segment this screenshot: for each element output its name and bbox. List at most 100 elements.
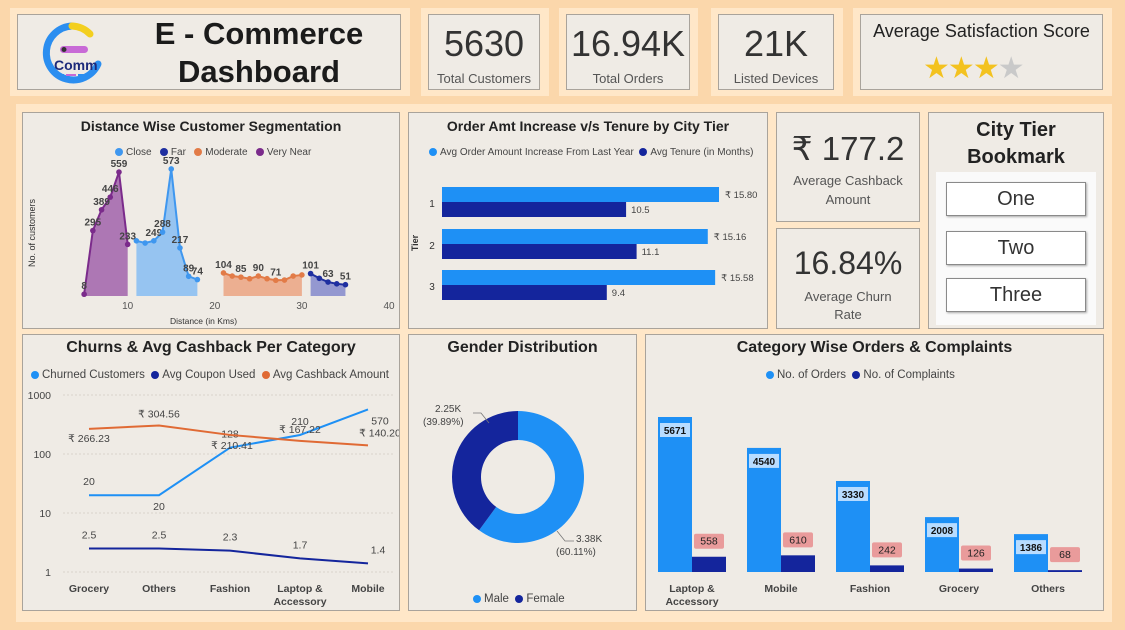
x-tick-label: Laptop & (277, 583, 323, 595)
churn-chart-panel: Churns & Avg Cashback Per Category Churn… (22, 334, 400, 611)
data-label: 8 (81, 281, 87, 292)
data-point (133, 238, 140, 244)
bar-order-increase (442, 229, 708, 244)
churn-value: 16.84% (793, 245, 903, 281)
avg-churn-card: 16.84% Average Churn Rate (776, 228, 920, 329)
kpi-total-customers: 5630 Total Customers (428, 14, 540, 90)
page-title-line2: Dashboard (178, 54, 340, 89)
data-point (307, 270, 314, 277)
x-tick-label: Laptop & (669, 583, 715, 595)
data-label: ₹ 140.20 (359, 427, 399, 439)
star-icon: ★ (972, 52, 1000, 85)
tier-three-button[interactable]: Three (946, 278, 1086, 312)
data-label: 2.5 (82, 530, 97, 542)
churn-label-line2: Rate (834, 307, 862, 322)
y-tick-label: 1 (45, 567, 51, 579)
x-tick-label: Grocery (69, 583, 109, 595)
x-tick-label: Fashion (850, 583, 890, 595)
data-label: 63 (322, 269, 334, 280)
bookmark-title: City Tier Bookmark (929, 117, 1103, 171)
y-tick-label: 1 (429, 199, 435, 210)
data-label: 558 (700, 536, 718, 548)
kpi-label: Total Orders (592, 71, 664, 86)
data-label: 9.4 (612, 288, 625, 299)
data-label: ₹ 15.16 (714, 232, 746, 243)
data-point (98, 206, 105, 213)
data-label: ₹ 266.23 (68, 433, 110, 445)
data-label: 1386 (1020, 543, 1043, 554)
series-line (89, 408, 369, 497)
data-point (281, 277, 288, 283)
kpi-value: 21K (743, 23, 809, 64)
tier-one-button[interactable]: One (946, 182, 1086, 216)
cashback-label-line2: Amount (825, 192, 871, 207)
satisfaction-title: Average Satisfaction Score (873, 21, 1090, 41)
orders-chart-panel: Category Wise Orders & Complaints No. of… (645, 334, 1104, 611)
x-tick-label: Grocery (939, 583, 979, 595)
bar-complaints (1048, 570, 1082, 572)
data-label: ₹ 210.41 (211, 440, 253, 452)
data-label: 1.4 (371, 544, 386, 556)
data-label: 10.5 (631, 205, 650, 216)
y-axis-title: No. of customers (27, 198, 37, 267)
data-point (333, 281, 340, 287)
data-point (168, 166, 175, 172)
data-point (142, 240, 148, 246)
cashback-value: ₹ 177.2 (791, 130, 905, 167)
data-label: 101 (302, 261, 319, 272)
data-label: ₹ 304.56 (138, 408, 180, 420)
data-point (194, 276, 201, 283)
data-point (238, 274, 244, 280)
y-axis-title: Tier (410, 234, 420, 251)
logo-text: Comm (54, 57, 98, 73)
data-point (81, 291, 87, 298)
data-label: (60.11%) (556, 547, 596, 558)
data-label: 5671 (664, 426, 687, 437)
data-label: 85 (235, 264, 247, 275)
x-tick-label: Mobile (764, 583, 797, 595)
bar-tenure (442, 285, 607, 300)
data-label: 2008 (931, 526, 954, 537)
star-icon: ★ (923, 52, 950, 85)
x-tick-label: Others (142, 583, 176, 595)
chart-legend: Male Female (473, 593, 565, 605)
data-label: 2.5 (152, 530, 167, 542)
data-point (229, 273, 236, 279)
data-label: ₹ 167.22 (279, 424, 321, 436)
x-tick-label: 20 (209, 301, 221, 312)
kpi-total-orders: 16.94K Total Orders (566, 14, 690, 90)
x-axis-title: Distance (in Kms) (170, 316, 237, 326)
orders-chart: 5671 558 Laptop &Accessory 4540 610 Mobile 333… (658, 417, 1082, 608)
data-label: 51 (340, 272, 352, 283)
data-point (290, 273, 296, 279)
x-tick-label: 10 (122, 301, 134, 312)
tenure-chart: Tier 1 ₹ 15.80 10.5 2 ₹ 15.16 11.1 3 ₹ 15.58 9.4 (410, 187, 757, 300)
data-label: 1.7 (293, 539, 308, 551)
legend-item: Male (484, 593, 509, 605)
bar-complaints (870, 565, 904, 572)
data-point (316, 275, 323, 282)
data-label: 20 (153, 501, 165, 513)
bar-tenure (442, 202, 627, 217)
x-tick-label: 30 (296, 301, 308, 312)
data-label: 104 (215, 260, 232, 271)
bar-complaints (959, 568, 993, 572)
page-title: E - Commerce Dashboard (118, 15, 400, 91)
data-label: 11.1 (642, 247, 660, 258)
data-label: 217 (172, 235, 189, 246)
data-point (342, 281, 349, 288)
data-label: 126 (967, 548, 985, 560)
tier-two-button[interactable]: Two (946, 231, 1086, 265)
x-tick-label: Mobile (351, 583, 384, 595)
data-point (159, 229, 166, 235)
star-icon: ★ (947, 52, 975, 85)
city-tier-bookmark: City Tier Bookmark One Two Three (928, 112, 1104, 329)
satisfaction-card: Average Satisfaction Score ★★★★ (860, 14, 1103, 90)
star-icon: ★ (997, 52, 1025, 85)
bar-orders (658, 417, 692, 572)
series-line (89, 547, 369, 565)
avg-cashback-card: ₹ 177.2 Average Cashback Amount (776, 112, 920, 222)
x-tick-label: 40 (383, 301, 395, 312)
data-point (220, 270, 227, 276)
kpi-label: Total Customers (437, 71, 531, 86)
